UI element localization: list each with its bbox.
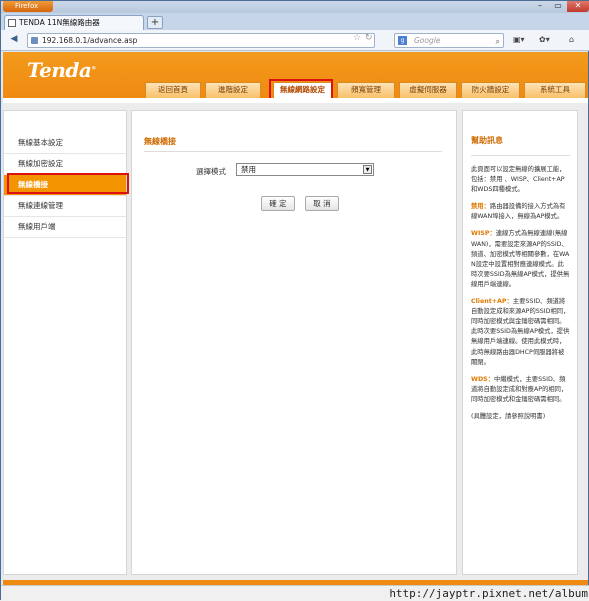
close-icon[interactable]: ✕ <box>567 1 589 12</box>
site-identity-icon <box>31 37 38 44</box>
addon-icon[interactable]: ✿▾ <box>539 35 550 44</box>
google-icon[interactable]: g <box>398 36 407 45</box>
sidebar-item-connection[interactable]: 無線連線管理 <box>4 196 126 217</box>
url-text: 192.168.0.1/advance.asp <box>42 36 138 45</box>
highlight-box-bridge <box>7 173 129 194</box>
mode-value: 禁用 <box>241 165 256 174</box>
help-disabled: 禁用：路由器設備的接入方式為有線WAN埠接入，無線為AP模式。 <box>471 203 566 221</box>
search-icon[interactable]: ⌕ <box>496 35 500 48</box>
chevron-down-icon[interactable]: ▼ <box>363 165 372 174</box>
help-intro: 此頁面可以設定無線的擴展工能，包括：禁用 、WISP、Client+AP和WDS… <box>471 166 566 194</box>
help-panel: 幫助訊息 此頁面可以設定無線的擴展工能，包括：禁用 、WISP、Client+A… <box>462 110 578 575</box>
tab-strip: TENDA 11N無線路由器 + <box>1 13 589 30</box>
topnav-firewall[interactable]: 防火牆設定 <box>461 82 520 98</box>
bookmarks-icon[interactable]: ▣▾ <box>513 35 525 44</box>
topnav-virtual-server[interactable]: 虛擬伺服器 <box>399 82 457 98</box>
minimize-icon[interactable]: – <box>531 1 549 12</box>
url-field[interactable]: 192.168.0.1/advance.asp <box>27 33 375 48</box>
page-header: Tenda® 返回首頁 進階設定 無線網路設定 頻寬管理 虛擬伺服器 防火牆設定… <box>3 52 588 103</box>
navigation-bar: ◀ 192.168.0.1/advance.asp ☆ ↻ g Google ⌕… <box>1 30 589 51</box>
mode-label: 選擇模式 <box>196 167 226 176</box>
tab-tenda[interactable]: TENDA 11N無線路由器 <box>4 15 144 30</box>
tenda-logo: Tenda® <box>27 58 96 82</box>
cancel-button[interactable]: 取 消 <box>305 196 339 211</box>
search-engine-label: Google <box>414 36 441 45</box>
help-wisp: WISP：連線方式為無線連線(無線WAN)，需要設定來源AP的SSID、頻道、加… <box>471 230 570 288</box>
new-tab-button[interactable]: + <box>147 16 163 29</box>
status-bar: http://jayptr.pixnet.net/album <box>1 585 589 601</box>
header-divider <box>3 98 588 103</box>
help-wds: WDS：中繼模式，主要SSID、頻道將自動設定成和對應AP的相同，同時加密模式和… <box>471 375 568 403</box>
back-arrow-icon[interactable]: ◀ <box>7 33 21 47</box>
confirm-button[interactable]: 確 定 <box>261 196 295 211</box>
title-bar: Firefox – ▭ ✕ <box>1 1 589 13</box>
browser-window: Firefox – ▭ ✕ TENDA 11N無線路由器 + ◀ 192.168… <box>0 0 589 601</box>
topnav-home[interactable]: 返回首頁 <box>145 82 201 98</box>
watermark: http://jayptr.pixnet.net/album <box>389 587 588 600</box>
help-title: 幫助訊息 <box>471 135 570 156</box>
bookmark-star-icon[interactable]: ☆ <box>353 33 361 43</box>
topnav-system-tools[interactable]: 系統工具 <box>524 82 586 98</box>
sidebar-item-clients[interactable]: 無線用戶端 <box>4 217 126 238</box>
topnav-bandwidth[interactable]: 頻寬管理 <box>337 82 395 98</box>
tab-title: TENDA 11N無線路由器 <box>19 18 100 27</box>
firefox-menu-button[interactable]: Firefox <box>3 1 53 12</box>
router-admin-page: Tenda® 返回首頁 進階設定 無線網路設定 頻寬管理 虛擬伺服器 防火牆設定… <box>3 52 588 586</box>
maximize-icon[interactable]: ▭ <box>549 1 567 12</box>
mode-select[interactable]: 禁用 ▼ <box>236 163 374 176</box>
reload-icon[interactable]: ↻ <box>365 33 373 43</box>
sidebar-item-security[interactable]: 無線加密設定 <box>4 154 126 175</box>
section-title: 無線橋接 <box>144 137 176 146</box>
help-client-ap: Client+AP：主要SSID、頻道將自動設定成和來源AP的SSID相同，同時… <box>471 298 570 366</box>
search-input[interactable]: g Google ⌕ <box>394 33 504 48</box>
page-favicon-icon <box>8 19 16 27</box>
home-icon[interactable]: ⌂ <box>569 35 574 44</box>
main-panel: 無線橋接 選擇模式 禁用 ▼ 確 定 取 消 <box>131 110 457 575</box>
topnav-advanced[interactable]: 進階設定 <box>205 82 261 98</box>
help-note: (具體設定，請參照說明書) <box>471 412 546 420</box>
section-divider <box>144 151 442 152</box>
sidebar-item-basic[interactable]: 無線基本設定 <box>4 133 126 154</box>
